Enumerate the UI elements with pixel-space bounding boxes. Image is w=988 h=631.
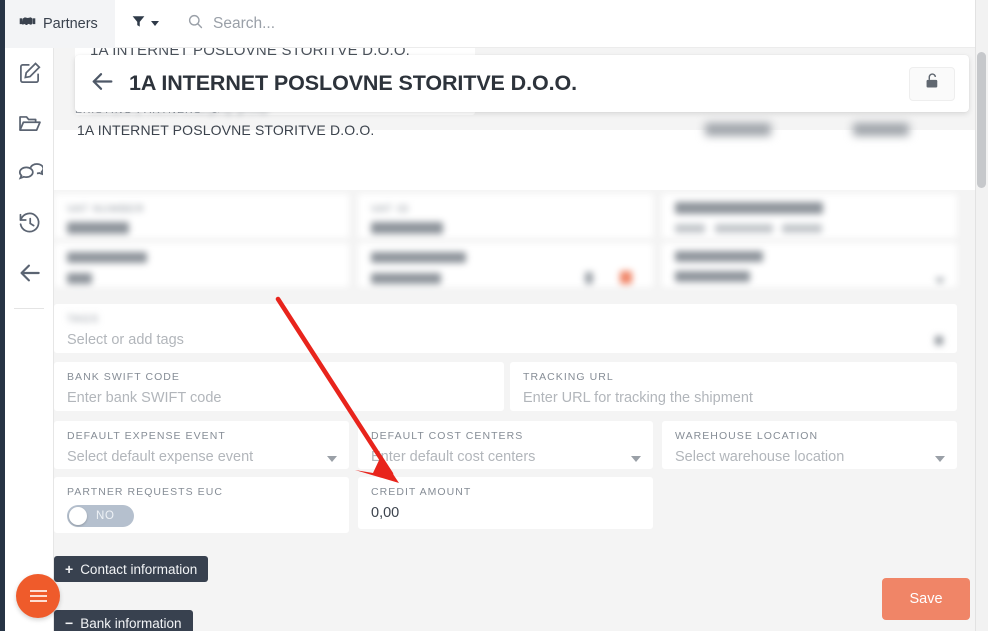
bank-information-label: Bank information — [80, 615, 182, 631]
window-left-edge — [0, 0, 5, 631]
vat-number-label: VAT NUMBER — [67, 203, 145, 215]
default-expense-event-field[interactable]: DEFAULT EXPENSE EVENT Select default exp… — [54, 421, 349, 469]
redacted-field-row2-col3[interactable] — [662, 243, 957, 287]
search-placeholder: Search... — [213, 14, 276, 32]
credit-amount-field[interactable]: CREDIT AMOUNT 0,00 — [358, 477, 653, 529]
partner-requests-euc-field: PARTNER REQUESTS EUC NO — [54, 477, 349, 533]
redacted-label-r2c1 — [67, 252, 147, 263]
back-arrow-icon — [17, 260, 43, 286]
redacted-field-row2-col1[interactable] — [54, 243, 349, 287]
sidebar-item-history[interactable] — [5, 198, 54, 248]
record-lock-toggle-button[interactable] — [909, 66, 955, 101]
top-navigation-bar: Partners Search... — [5, 0, 988, 48]
vat-id-field[interactable]: VAT ID — [358, 194, 653, 238]
bank-swift-code-placeholder: Enter bank SWIFT code — [67, 390, 222, 406]
left-icon-rail — [5, 0, 54, 631]
redacted-chip-b — [715, 224, 773, 233]
credit-amount-value: 0,00 — [371, 505, 400, 521]
unlock-icon — [924, 72, 940, 95]
menu-hamburger-icon-bar2 — [29, 595, 47, 597]
contact-information-label: Contact information — [80, 561, 198, 577]
funnel-icon — [131, 14, 146, 34]
tracking-url-field[interactable]: TRACKING URL Enter URL for tracking the … — [510, 362, 957, 411]
partner-requests-euc-label: PARTNER REQUESTS EUC — [67, 486, 223, 498]
warehouse-location-label: WAREHOUSE LOCATION — [675, 430, 819, 442]
redacted-dropdown-caret — [935, 278, 945, 284]
partner-requests-euc-toggle[interactable]: NO — [67, 505, 134, 527]
vat-number-field[interactable]: VAT NUMBER — [54, 194, 349, 238]
cost-centers-chevron-down-icon[interactable] — [631, 456, 641, 462]
filter-dropdown-button[interactable] — [115, 0, 175, 48]
tracking-url-label: TRACKING URL — [523, 371, 614, 383]
module-selector-partners[interactable]: Partners — [5, 0, 115, 48]
edit-pencil-icon — [17, 60, 43, 86]
existing-partner-row[interactable]: 1A INTERNET POSLOVNE STORITVE D.O.O. — [77, 122, 374, 138]
redacted-field-row1-col3[interactable] — [662, 194, 957, 238]
toggle-knob — [69, 507, 87, 525]
warehouse-location-field[interactable]: WAREHOUSE LOCATION Select warehouse loca… — [662, 421, 957, 469]
warehouse-location-chevron-down-icon[interactable] — [935, 456, 945, 462]
existing-partner-redacted-col-1 — [705, 123, 771, 136]
tags-placeholder: Select or add tags — [67, 332, 184, 348]
menu-hamburger-icon — [29, 590, 47, 592]
sticky-record-header: 1A INTERNET POSLOVNE STORITVE D.O.O. — [75, 55, 969, 112]
redacted-field-row2-col2[interactable] — [358, 243, 653, 287]
handshake-icon — [19, 14, 36, 33]
default-cost-centers-label: DEFAULT COST CENTERS — [371, 430, 524, 442]
bank-swift-code-field[interactable]: BANK SWIFT CODE Enter bank SWIFT code — [54, 362, 504, 411]
redacted-label-r2c2 — [371, 252, 466, 263]
redacted-value-r2c1 — [67, 273, 92, 284]
credit-amount-label: CREDIT AMOUNT — [371, 486, 472, 498]
redacted-value-r2c2 — [371, 273, 441, 284]
arrow-left-icon — [90, 69, 115, 99]
folder-open-icon — [17, 110, 43, 136]
tracking-url-placeholder: Enter URL for tracking the shipment — [523, 390, 753, 406]
search-icon — [187, 13, 204, 35]
chevron-down-icon — [151, 21, 159, 26]
plus-icon: + — [65, 561, 74, 577]
rail-divider — [14, 308, 44, 309]
warehouse-location-placeholder: Select warehouse location — [675, 449, 845, 465]
vat-id-label: VAT ID — [371, 203, 410, 215]
comments-icon — [17, 160, 43, 186]
tags-clear-icon[interactable] — [935, 336, 943, 345]
search-input[interactable]: Search... — [175, 0, 988, 48]
redacted-chip-a — [675, 224, 705, 233]
page-scrollbar-thumb[interactable] — [977, 52, 986, 188]
back-button[interactable] — [75, 69, 129, 99]
vat-number-value-redacted — [67, 222, 129, 234]
existing-partner-redacted-col-2 — [853, 123, 909, 136]
menu-hamburger-icon-bar3 — [29, 600, 47, 602]
redacted-inline-icon — [585, 272, 593, 284]
bank-swift-code-label: BANK SWIFT CODE — [67, 371, 180, 383]
sidebar-item-documents[interactable] — [5, 98, 54, 148]
page-title: 1A INTERNET POSLOVNE STORITVE D.O.O. — [129, 71, 577, 95]
bank-information-section-button[interactable]: − Bank information — [54, 610, 193, 631]
redacted-warning-icon — [620, 271, 632, 284]
redacted-label-r1c3 — [675, 202, 823, 214]
module-label: Partners — [43, 15, 98, 32]
floating-action-menu-button[interactable] — [16, 574, 60, 618]
save-button[interactable]: Save — [882, 578, 970, 620]
sidebar-item-back[interactable] — [5, 248, 54, 298]
tags-field[interactable]: TAGS Select or add tags — [54, 304, 957, 353]
toggle-state-label: NO — [96, 510, 115, 522]
contact-information-section-button[interactable]: + Contact information — [54, 556, 209, 582]
default-expense-event-placeholder: Select default expense event — [67, 449, 254, 465]
default-expense-event-label: DEFAULT EXPENSE EVENT — [67, 430, 226, 442]
redacted-label-r2c3 — [675, 251, 763, 262]
vat-id-value-redacted — [371, 222, 443, 234]
history-clock-icon — [17, 210, 43, 236]
main-content-scroll-area[interactable]: 1A INTERNET POSLOVNE STORITVE D.O.O. com… — [54, 48, 988, 631]
default-cost-centers-field[interactable]: DEFAULT COST CENTERS Enter default cost … — [358, 421, 653, 469]
sidebar-item-comments[interactable] — [5, 148, 54, 198]
existing-partners-card — [54, 130, 988, 190]
redacted-chip-c — [782, 224, 822, 233]
sidebar-item-edit[interactable] — [5, 48, 54, 98]
minus-icon: − — [65, 615, 74, 631]
redacted-value-r2c3 — [675, 271, 750, 282]
default-cost-centers-placeholder: Enter default cost centers — [371, 449, 536, 465]
expense-event-chevron-down-icon[interactable] — [327, 456, 337, 462]
tags-label: TAGS — [67, 313, 100, 325]
